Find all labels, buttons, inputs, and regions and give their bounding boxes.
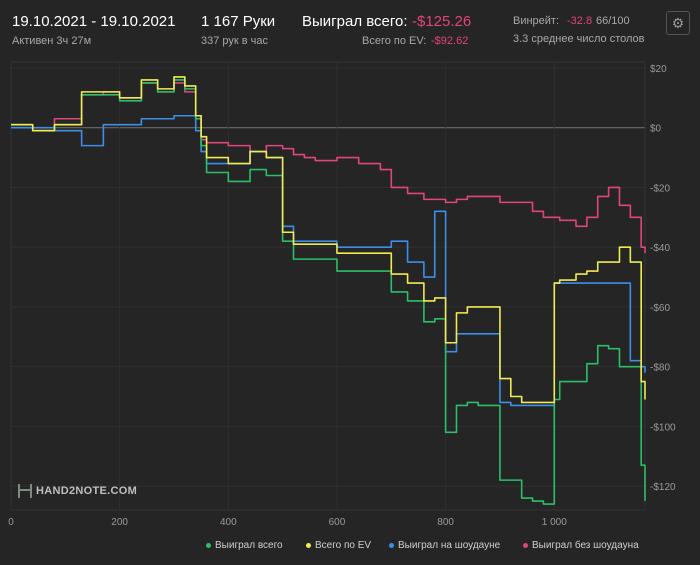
y-tick-label: -$100 — [650, 422, 676, 433]
x-tick-label: 200 — [111, 517, 128, 528]
avg-tables: 3.3 среднее число столов — [513, 33, 645, 45]
gear-icon: ⚙ — [671, 14, 685, 31]
y-tick-label: -$60 — [650, 303, 670, 314]
brand-logo: HAND2NOTE.COM — [18, 484, 137, 498]
active-time: Активен 3ч 27м — [12, 35, 92, 47]
series-line — [11, 79, 646, 505]
winrate-label: Винрейт: — [513, 15, 560, 27]
y-tick-label: $20 — [650, 64, 667, 75]
legend-item-non-showdown[interactable]: Выиграл без шоудауна — [523, 540, 639, 551]
graph-area: $20 $0 -$20 -$40 -$60 -$80 -$100 -$120 0 200 400 60… — [8, 61, 676, 528]
legend-dot-icon — [389, 542, 394, 548]
series-line — [11, 76, 646, 404]
y-tick-label: -$120 — [650, 482, 676, 493]
won-total-label: Выиграл всего: — [302, 13, 408, 30]
summary-header: 19.10.2021 - 19.10.2021 Активен 3ч 27м 1… — [0, 0, 700, 60]
settings-button[interactable]: ⚙ — [666, 11, 690, 35]
chart-legend: Выиграл всего Всего по EV Выиграл на шоу… — [0, 540, 700, 556]
ev-value: -$92.62 — [431, 35, 469, 47]
y-tick-label: -$80 — [650, 363, 670, 374]
hands-count: 1 167 Руки — [201, 13, 276, 30]
legend-dot-icon — [306, 542, 311, 548]
won-total-value: -$125.26 — [412, 13, 472, 30]
ev-label: Всего по EV: — [362, 35, 427, 47]
legend-item-ev[interactable]: Всего по EV — [306, 540, 371, 551]
x-tick-label: 400 — [220, 517, 237, 528]
logo-text: HAND2NOTE.COM — [36, 484, 138, 497]
legend-item-showdown[interactable]: Выиграл на шоудауне — [389, 540, 500, 551]
y-tick-label: -$40 — [650, 243, 670, 254]
x-tick-label: 600 — [329, 517, 346, 528]
series-line — [11, 82, 646, 254]
hands-per-hour: 337 рук в час — [201, 35, 269, 47]
x-tick-label: 0 — [8, 517, 14, 528]
logo-icon — [18, 484, 32, 498]
y-tick-label: -$20 — [650, 183, 670, 194]
legend-dot-icon — [206, 542, 211, 548]
legend-item-won-total[interactable]: Выиграл всего — [206, 540, 283, 551]
x-tick-label: 800 — [437, 517, 454, 528]
winrate-unit: 66/100 — [596, 15, 630, 27]
series-line — [11, 114, 646, 407]
x-tick-label: 1 000 — [542, 517, 567, 528]
y-tick-label: $0 — [650, 124, 662, 135]
winrate-value: -32.8 — [567, 15, 593, 27]
plot-border — [10, 61, 646, 511]
legend-dot-icon — [523, 542, 528, 548]
date-range: 19.10.2021 - 19.10.2021 — [12, 13, 176, 30]
